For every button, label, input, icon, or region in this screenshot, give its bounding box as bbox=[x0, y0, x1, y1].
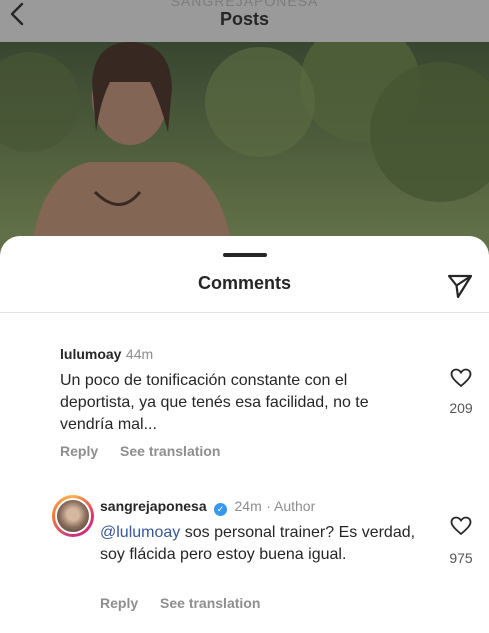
heart-icon[interactable] bbox=[450, 516, 472, 536]
reply-button[interactable]: Reply bbox=[60, 443, 98, 459]
drag-handle[interactable] bbox=[223, 253, 267, 257]
reply-header: sangrejaponesa ✓ 24m · Author bbox=[100, 498, 440, 516]
reply-button[interactable]: Reply bbox=[100, 595, 138, 611]
like-count: 209 bbox=[449, 400, 473, 416]
comment-text: Un poco de tonificación constante con el… bbox=[60, 372, 369, 433]
post-image bbox=[0, 42, 489, 257]
comment-username[interactable]: lulumoay bbox=[60, 346, 121, 362]
see-translation-button[interactable]: See translation bbox=[160, 595, 260, 611]
comment-time: 44m bbox=[125, 346, 154, 362]
heart-icon[interactable] bbox=[450, 368, 472, 388]
verified-badge-icon: ✓ bbox=[214, 503, 228, 516]
post-header: SANGREJAPONESA Posts bbox=[0, 0, 489, 42]
avatar[interactable] bbox=[55, 498, 91, 534]
avatar-story-ring[interactable] bbox=[52, 495, 94, 537]
reply-time: 24m bbox=[234, 498, 262, 514]
reply-username[interactable]: sangrejaponesa bbox=[100, 498, 207, 514]
reply-actions: Reply See translation bbox=[100, 595, 278, 611]
paper-plane-icon[interactable] bbox=[446, 273, 474, 299]
header-username: SANGREJAPONESA bbox=[170, 0, 319, 9]
mention-link[interactable]: @lulumoay bbox=[100, 524, 180, 541]
comment-header: lulumoay 44m bbox=[60, 346, 440, 364]
reply-text: @lulumoay sos personal trainer? Es verda… bbox=[100, 522, 420, 566]
comment-actions: Reply See translation bbox=[60, 443, 238, 459]
sheet-title: Comments bbox=[197, 273, 291, 293]
page-title: Posts bbox=[219, 9, 270, 29]
divider bbox=[0, 312, 489, 313]
author-tag: · Author bbox=[266, 498, 316, 514]
like-count: 975 bbox=[449, 550, 473, 566]
see-translation-button[interactable]: See translation bbox=[120, 443, 220, 459]
